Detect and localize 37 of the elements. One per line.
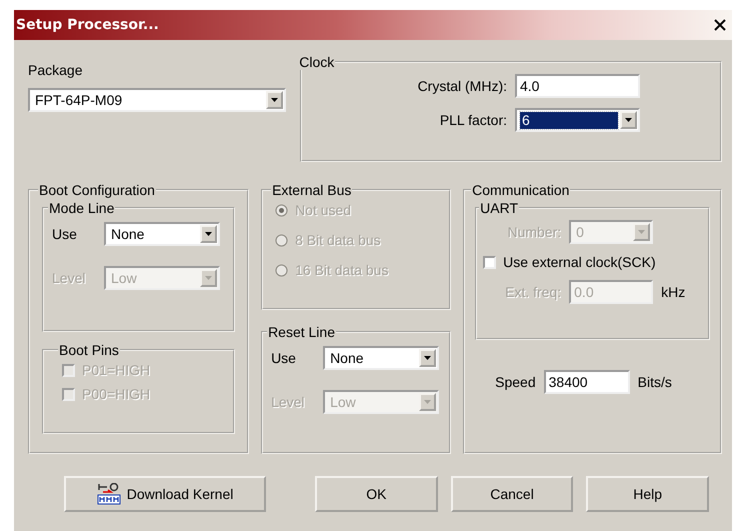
group-title: Boot Configuration <box>38 182 156 198</box>
window-title: Setup Processor... <box>16 17 159 33</box>
input-field[interactable]: 38400 <box>544 370 630 394</box>
dialog-button[interactable]: Cancel <box>450 476 574 512</box>
caret-icon <box>200 225 217 243</box>
caret-icon <box>620 111 637 129</box>
group-title: Reset Line <box>267 324 336 340</box>
group-title: Boot Pins <box>58 342 120 358</box>
dropdown[interactable]: None <box>323 346 440 370</box>
input-field[interactable]: 4.0 <box>515 74 640 98</box>
field-label: Speed <box>495 374 536 390</box>
chip-icon <box>96 483 121 505</box>
unit-label: kHz <box>661 284 686 300</box>
caret-icon <box>200 269 217 287</box>
dialog-button[interactable]: OK <box>315 476 438 512</box>
dialog-button[interactable]: Download Kernel <box>64 476 266 512</box>
dropdown[interactable]: 6 <box>515 108 640 132</box>
group-title: External Bus <box>271 182 352 198</box>
field-label: Crystal (MHz): <box>418 78 507 94</box>
dropdown[interactable]: None <box>104 222 220 246</box>
close-icon[interactable] <box>714 19 726 31</box>
unit-label: Bits/s <box>638 374 672 390</box>
caret-icon <box>633 223 650 241</box>
field-label: PLL factor: <box>440 112 507 128</box>
field-label: Package <box>28 62 84 78</box>
group-title: Clock <box>298 54 336 70</box>
dropdown[interactable]: FPT-64P-M09 <box>28 88 286 112</box>
field-label: Use <box>271 350 297 366</box>
group-title: Mode Line <box>48 200 116 216</box>
field-label: Use <box>52 226 78 242</box>
checkbox[interactable]: Use external clock(SCK) <box>483 254 702 270</box>
caret-icon <box>266 91 283 109</box>
caret-icon <box>419 393 436 411</box>
caret-icon <box>419 349 436 367</box>
group-title: UART <box>479 200 519 216</box>
dialog-button[interactable]: Help <box>586 476 709 512</box>
group-title: Communication <box>471 182 570 198</box>
